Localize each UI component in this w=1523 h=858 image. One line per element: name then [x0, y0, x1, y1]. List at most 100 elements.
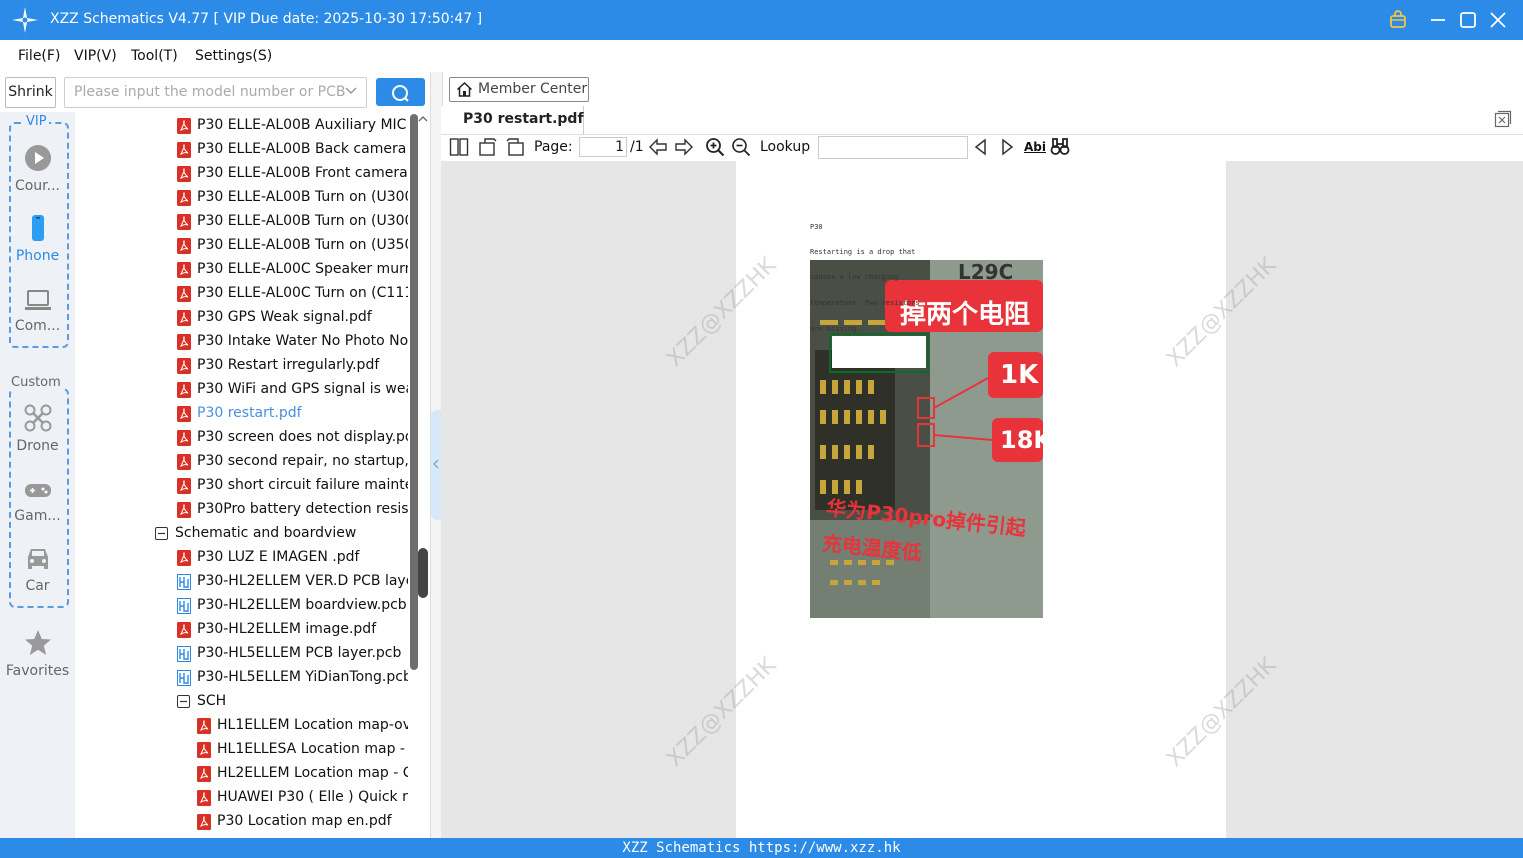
tree-item-label: P30 short circuit failure mainter [197, 477, 408, 493]
tree-item-label: Schematic and boardview [175, 525, 357, 541]
zoom-in-icon[interactable] [705, 137, 725, 157]
nav-computer[interactable]: Com... [0, 318, 75, 334]
tree-file[interactable]: P30 ELLE-AL00B Turn on (U300 [177, 186, 408, 210]
car-icon[interactable] [24, 544, 52, 572]
tree-file[interactable]: P30 ELLE-AL00B Front camera c [177, 162, 408, 186]
tree-file[interactable]: P30 ELLE-AL00C Speaker murmu [177, 258, 408, 282]
tree-item-label: P30 screen does not display.pdf [197, 429, 408, 445]
binoculars-icon[interactable] [1050, 137, 1070, 157]
tree-file[interactable]: P30 second repair, no startup, sl [177, 450, 408, 474]
laptop-icon[interactable] [24, 286, 52, 314]
pdf-file-icon [177, 190, 191, 206]
menu-vip[interactable]: VIP(V) [74, 48, 117, 64]
tree-item-label: P30-HL2ELLEM image.pdf [197, 621, 377, 637]
play-icon[interactable] [24, 144, 52, 172]
collapse-panel-button[interactable] [431, 410, 441, 520]
collapse-icon[interactable] [155, 527, 169, 541]
tree-file[interactable]: P30-HL5ELLEM YiDianTong.pcb [177, 666, 408, 690]
tree-file[interactable]: HUAWEI P30 ( Elle ) Quick re [197, 786, 408, 810]
tree-file[interactable]: HL1ELLEM Location map-ove [197, 714, 408, 738]
minimize-icon[interactable] [1426, 8, 1450, 32]
nav-favorites[interactable]: Favorites [0, 663, 75, 679]
tree-file[interactable]: P30 ELLE-AL00C Turn on (C1113 [177, 282, 408, 306]
tree-folder[interactable]: Schematic and boardview [155, 522, 408, 546]
tree-file[interactable]: P30 ELLE-AL00B Back camera ca [177, 138, 408, 162]
search-placeholder: Please input the model number or PCB [74, 84, 346, 100]
match-case-icon[interactable]: Abi [1024, 140, 1046, 154]
home-icon [456, 81, 473, 97]
tree-file[interactable]: HL1ELLESA Location map - s [197, 738, 408, 762]
menu-tool[interactable]: Tool(T) [131, 48, 178, 64]
tree-item-label: HL1ELLEM Location map-ove [217, 717, 408, 733]
drone-icon[interactable] [24, 404, 52, 432]
tab-label: P30 restart.pdf [463, 111, 584, 127]
vip-legend: VIP [24, 114, 49, 129]
menu-file[interactable]: File(F) [18, 48, 60, 64]
tree-file[interactable]: P30 Restart irregularly.pdf [177, 354, 408, 378]
shrink-button[interactable]: Shrink [5, 77, 56, 108]
nav-games[interactable]: Gam... [0, 508, 75, 524]
maximize-icon[interactable] [1456, 8, 1480, 32]
search-input[interactable]: Please input the model number or PCB [64, 77, 367, 108]
scroll-up-icon[interactable] [418, 114, 428, 124]
tree-file[interactable]: P30 ELLE-AL00B Turn on (U300 [177, 210, 408, 234]
tree-file[interactable]: P30 Intake Water No Photo No [177, 330, 408, 354]
tree-file[interactable]: P30 GPS Weak signal.pdf [177, 306, 408, 330]
tree-scrollbar-thumb[interactable] [418, 548, 428, 598]
vip-bag-icon[interactable] [1386, 8, 1410, 32]
tree-file[interactable]: P30-HL2ELLEM VER.D PCB layer [177, 570, 408, 594]
rotate-left-icon[interactable] [478, 137, 498, 157]
chevron-down-icon[interactable] [344, 84, 358, 98]
lookup-input[interactable] [818, 136, 968, 159]
star-icon[interactable] [24, 629, 52, 657]
tree-file[interactable]: P30 Location map en.pdf [197, 810, 408, 834]
tab-p30-restart[interactable]: P30 restart.pdf [450, 106, 584, 134]
tree-file[interactable]: P30 ELLE-AL00B Auxiliary MIC S [177, 114, 408, 138]
rotate-right-icon[interactable] [505, 137, 525, 157]
nav-car[interactable]: Car [0, 578, 75, 594]
menu-settings[interactable]: Settings(S) [195, 48, 272, 64]
previous-page-icon[interactable] [648, 137, 668, 157]
tree-file[interactable]: P30 ELLE-AL00B Turn on (U3501 [177, 234, 408, 258]
tree-item-label: P30 ELLE-AL00B Back camera ca [197, 141, 408, 157]
pdf-file-icon [177, 310, 191, 326]
chevron-left-icon [433, 459, 439, 469]
lookup-label: Lookup [760, 139, 811, 155]
page-number-input[interactable]: 1 [579, 137, 627, 157]
zoom-out-icon[interactable] [731, 137, 751, 157]
find-next-icon[interactable] [997, 137, 1017, 157]
pdf-file-icon [177, 214, 191, 230]
file-tree[interactable]: P30 ELLE-AL00B Auxiliary MIC S P30 ELLE-A… [75, 112, 408, 838]
pdf-text-line: are missing. [810, 325, 861, 333]
tree-file[interactable]: P30 LUZ E IMAGEN .pdf [177, 546, 408, 570]
nav-phone[interactable]: Phone [0, 248, 75, 264]
close-icon[interactable] [1486, 8, 1510, 32]
tree-file[interactable]: P30 WiFi and GPS signal is weal [177, 378, 408, 402]
tree-item-label: P30 ELLE-AL00C Turn on (C1113 [197, 285, 408, 301]
tree-scrollbar[interactable] [410, 114, 418, 670]
tree-file[interactable]: P30-HL2ELLEM image.pdf [177, 618, 408, 642]
member-center-button[interactable]: Member Center [449, 77, 589, 102]
tree-file[interactable]: P30-HL5ELLEM PCB layer.pcb [177, 642, 408, 666]
tree-file[interactable]: P30-HL2ELLEM boardview.pcb [177, 594, 408, 618]
tree-file[interactable]: P30Pro battery detection resista [177, 498, 408, 522]
search-button[interactable] [376, 78, 425, 106]
title-bar[interactable]: XZZ Schematics V4.77 [ VIP Due date: 202… [0, 0, 1523, 40]
tree-file[interactable]: P30 short circuit failure mainter [177, 474, 408, 498]
next-page-icon[interactable] [674, 137, 694, 157]
tree-folder[interactable]: SCH [177, 690, 408, 714]
tree-item-label: P30 Restart irregularly.pdf [197, 357, 380, 373]
phone-icon[interactable] [24, 214, 52, 242]
close-tabs-icon[interactable] [1494, 110, 1512, 128]
tree-file[interactable]: P30 restart.pdf [177, 402, 408, 426]
nav-courses[interactable]: Cour... [0, 178, 75, 194]
pdf-text-line: P30 [810, 223, 823, 231]
nav-drone[interactable]: Drone [0, 438, 75, 454]
tree-file[interactable]: HL2ELLEM Location map - CI [197, 762, 408, 786]
two-page-icon[interactable] [449, 137, 469, 157]
collapse-icon[interactable] [177, 695, 191, 709]
member-center-label: Member Center [478, 81, 588, 97]
tree-file[interactable]: P30 screen does not display.pdf [177, 426, 408, 450]
find-previous-icon[interactable] [971, 137, 991, 157]
gamepad-icon[interactable] [24, 476, 52, 504]
